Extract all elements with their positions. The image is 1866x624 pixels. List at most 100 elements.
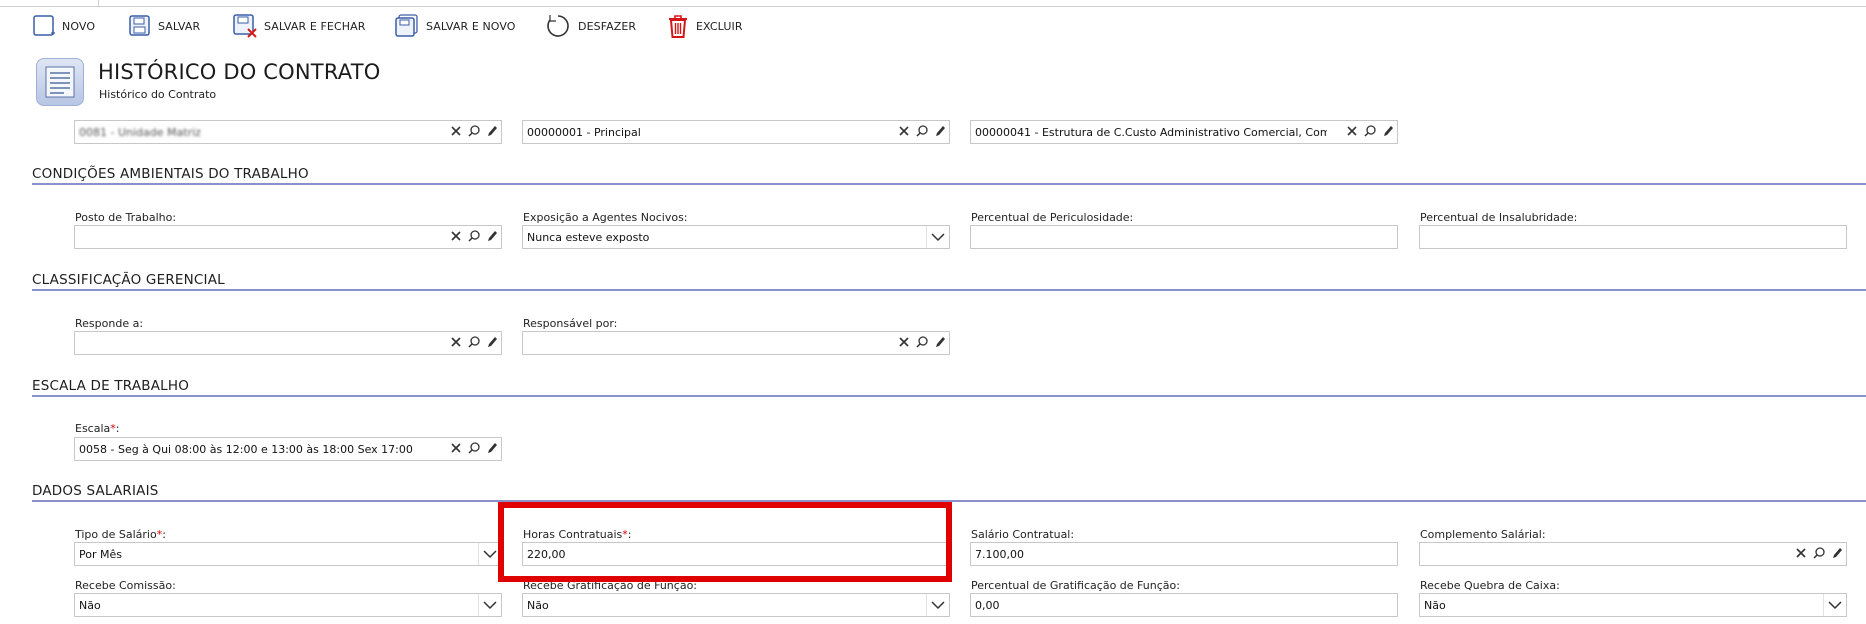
comissao-label: Recebe Comissão: xyxy=(75,579,176,592)
tipo-salario-label: Tipo de Salário*: xyxy=(75,528,166,541)
quebra-caixa-value: Não xyxy=(1424,599,1446,612)
perc-gratificacao-input[interactable]: 0,00 xyxy=(970,593,1398,617)
responsavel-label: Responsável por: xyxy=(523,317,618,330)
section-divider xyxy=(32,183,1866,185)
clear-icon[interactable] xyxy=(897,124,911,138)
clear-icon[interactable] xyxy=(449,441,463,455)
perc-gratificacao-value: 0,00 xyxy=(975,599,1000,612)
search-icon[interactable] xyxy=(467,441,481,455)
escala-label-text: Escala xyxy=(75,422,111,435)
edit-icon[interactable] xyxy=(1830,546,1844,560)
gratificacao-value: Não xyxy=(527,599,549,612)
posto-label: Posto de Trabalho: xyxy=(75,211,177,224)
responde-label: Responde a: xyxy=(75,317,144,330)
tab-strip xyxy=(0,0,1866,7)
chevron-down-icon[interactable] xyxy=(478,543,501,565)
posto-field[interactable] xyxy=(74,225,502,249)
responde-field[interactable] xyxy=(74,331,502,355)
label-colon: : xyxy=(162,528,166,541)
gratificacao-select[interactable]: Não xyxy=(522,593,950,617)
save-close-icon xyxy=(233,14,257,38)
exposicao-select[interactable]: Nunca esteve exposto xyxy=(522,225,950,249)
clear-icon[interactable] xyxy=(897,335,911,349)
tipo-salario-select[interactable]: Por Mês xyxy=(74,542,502,566)
edit-icon[interactable] xyxy=(485,441,499,455)
edit-icon[interactable] xyxy=(933,335,947,349)
chevron-down-icon[interactable] xyxy=(926,226,949,248)
save-and-new-label: SALVAR E NOVO xyxy=(426,19,516,33)
escala-field[interactable]: 0058 - Seg à Qui 08:00 às 12:00 e 13:00 … xyxy=(74,437,502,461)
exposicao-label: Exposição a Agentes Nocivos: xyxy=(523,211,688,224)
gratificacao-label: Recebe Gratificação de Função: xyxy=(523,579,698,592)
undo-button[interactable]: DESFAZER xyxy=(544,12,636,40)
save-and-new-button[interactable]: SALVAR E NOVO xyxy=(394,12,516,40)
edit-icon[interactable] xyxy=(485,124,499,138)
new-button-label: NOVO xyxy=(62,19,96,33)
top-field-1[interactable]: 0081 - Unidade Matriz xyxy=(74,120,502,144)
clear-icon[interactable] xyxy=(449,335,463,349)
horas-contratuais-label-text: Horas Contratuais xyxy=(523,528,623,541)
top-field-1-value: 0081 - Unidade Matriz xyxy=(79,126,201,139)
new-button[interactable]: NOVO xyxy=(32,12,95,40)
undo-label: DESFAZER xyxy=(578,19,637,33)
search-icon[interactable] xyxy=(915,124,929,138)
delete-label: EXCLUIR xyxy=(696,19,743,33)
top-field-3-value: 00000041 - Estrutura de C.Custo Administ… xyxy=(975,126,1327,139)
clear-icon[interactable] xyxy=(1345,124,1359,138)
periculosidade-input[interactable] xyxy=(970,225,1398,249)
search-icon[interactable] xyxy=(467,229,481,243)
top-field-3[interactable]: 00000041 - Estrutura de C.Custo Administ… xyxy=(970,120,1398,144)
clear-icon[interactable] xyxy=(449,229,463,243)
page-title: HISTÓRICO DO CONTRATO xyxy=(98,60,381,84)
search-icon[interactable] xyxy=(915,335,929,349)
active-tab[interactable] xyxy=(0,0,99,6)
horas-contratuais-input[interactable]: 220,00 xyxy=(522,542,950,566)
save-button[interactable]: SALVAR xyxy=(128,12,200,40)
responsavel-field[interactable] xyxy=(522,331,950,355)
insalubridade-input[interactable] xyxy=(1419,225,1847,249)
clear-icon[interactable] xyxy=(1794,546,1808,560)
search-icon[interactable] xyxy=(1812,546,1826,560)
trash-icon xyxy=(669,15,687,38)
search-icon[interactable] xyxy=(467,335,481,349)
edit-icon[interactable] xyxy=(933,124,947,138)
horas-contratuais-label: Horas Contratuais*: xyxy=(523,528,631,541)
save-and-close-button[interactable]: SALVAR E FECHAR xyxy=(232,12,365,40)
complemento-field[interactable] xyxy=(1419,542,1847,566)
top-field-2-value: 00000001 - Principal xyxy=(527,126,641,139)
insalubridade-label: Percentual de Insalubridade: xyxy=(1420,211,1578,224)
edit-icon[interactable] xyxy=(1381,124,1395,138)
section-title-escala: ESCALA DE TRABALHO xyxy=(32,378,190,394)
salario-contratual-label: Salário Contratual: xyxy=(971,528,1075,541)
section-divider xyxy=(32,395,1866,397)
search-icon[interactable] xyxy=(1363,124,1377,138)
complemento-label: Complemento Salárial: xyxy=(1420,528,1546,541)
perc-gratificacao-label: Percentual de Gratificação de Função: xyxy=(971,579,1180,592)
tipo-salario-value: Por Mês xyxy=(79,548,122,561)
label-colon: : xyxy=(115,422,120,435)
quebra-caixa-label: Recebe Quebra de Caixa: xyxy=(1420,579,1560,592)
delete-button[interactable]: EXCLUIR xyxy=(666,12,743,40)
section-title-ambiente: CONDIÇÕES AMBIENTAIS DO TRABALHO xyxy=(32,166,309,182)
toolbar: NOVO SALVAR SALVAR E FECHAR SALVAR E NOV… xyxy=(0,0,1866,44)
save-and-close-label: SALVAR E FECHAR xyxy=(264,19,366,33)
chevron-down-icon[interactable] xyxy=(478,594,501,616)
chevron-down-icon[interactable] xyxy=(926,594,949,616)
section-divider xyxy=(32,500,1866,502)
page-subtitle: Histórico do Contrato xyxy=(99,88,217,101)
clear-icon[interactable] xyxy=(449,124,463,138)
quebra-caixa-select[interactable]: Não xyxy=(1419,593,1847,617)
salario-contratual-input[interactable]: 7.100,00 xyxy=(970,542,1398,566)
search-icon[interactable] xyxy=(467,124,481,138)
comissao-value: Não xyxy=(79,599,101,612)
chevron-down-icon[interactable] xyxy=(1823,594,1846,616)
section-divider xyxy=(32,289,1866,291)
save-button-label: SALVAR xyxy=(158,19,201,33)
tipo-salario-label-text: Tipo de Salário xyxy=(75,528,157,541)
edit-icon[interactable] xyxy=(485,229,499,243)
salario-contratual-value: 7.100,00 xyxy=(975,548,1024,561)
document-list-icon xyxy=(36,58,84,106)
edit-icon[interactable] xyxy=(485,335,499,349)
comissao-select[interactable]: Não xyxy=(74,593,502,617)
top-field-2[interactable]: 00000001 - Principal xyxy=(522,120,950,144)
